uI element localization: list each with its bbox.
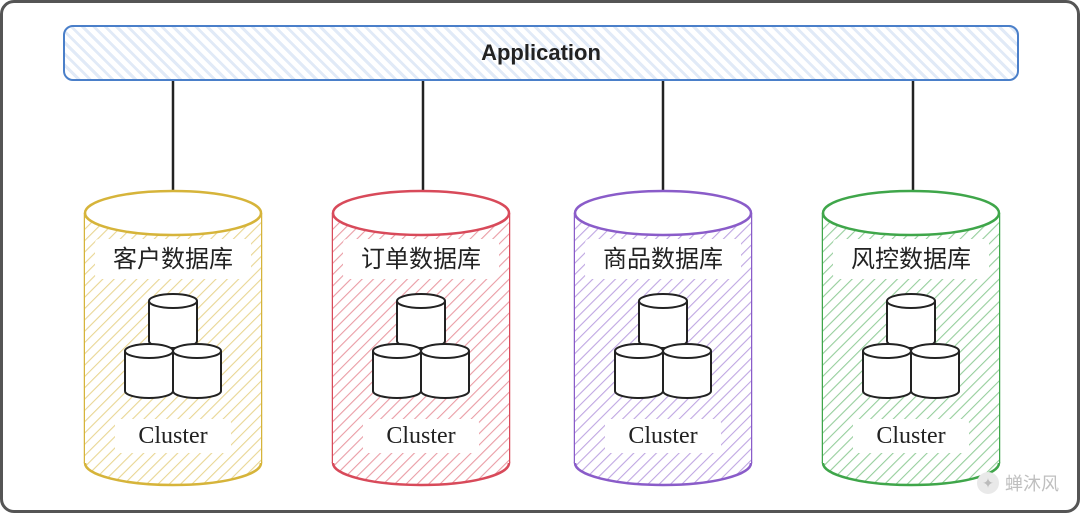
db-cylinder-1: 订单数据库 Cluster xyxy=(333,191,509,485)
db-title-0: 客户数据库 xyxy=(113,246,233,273)
db-cylinder-0: 客户数据库 xyxy=(85,191,261,485)
diagram-frame: Application xyxy=(0,0,1080,513)
db-sublabel-2: Cluster xyxy=(628,423,697,449)
db-sublabel-0: Cluster xyxy=(138,423,207,449)
db-title-3: 风控数据库 xyxy=(851,246,971,273)
db-title-2: 商品数据库 xyxy=(603,246,723,273)
architecture-diagram: Application xyxy=(3,3,1077,510)
db-title-1: 订单数据库 xyxy=(361,246,481,273)
db-cylinder-2: 商品数据库 Cluster xyxy=(575,191,751,485)
wechat-icon: ✦ xyxy=(977,472,999,494)
db-sublabel-3: Cluster xyxy=(876,423,945,449)
watermark: ✦ 蝉沐风 xyxy=(977,470,1059,496)
db-cylinder-3: 风控数据库 Cluster xyxy=(823,191,999,485)
db-sublabel-1: Cluster xyxy=(386,423,455,449)
watermark-text: 蝉沐风 xyxy=(1005,470,1059,496)
clusters-layer: 客户数据库 xyxy=(3,3,1080,513)
